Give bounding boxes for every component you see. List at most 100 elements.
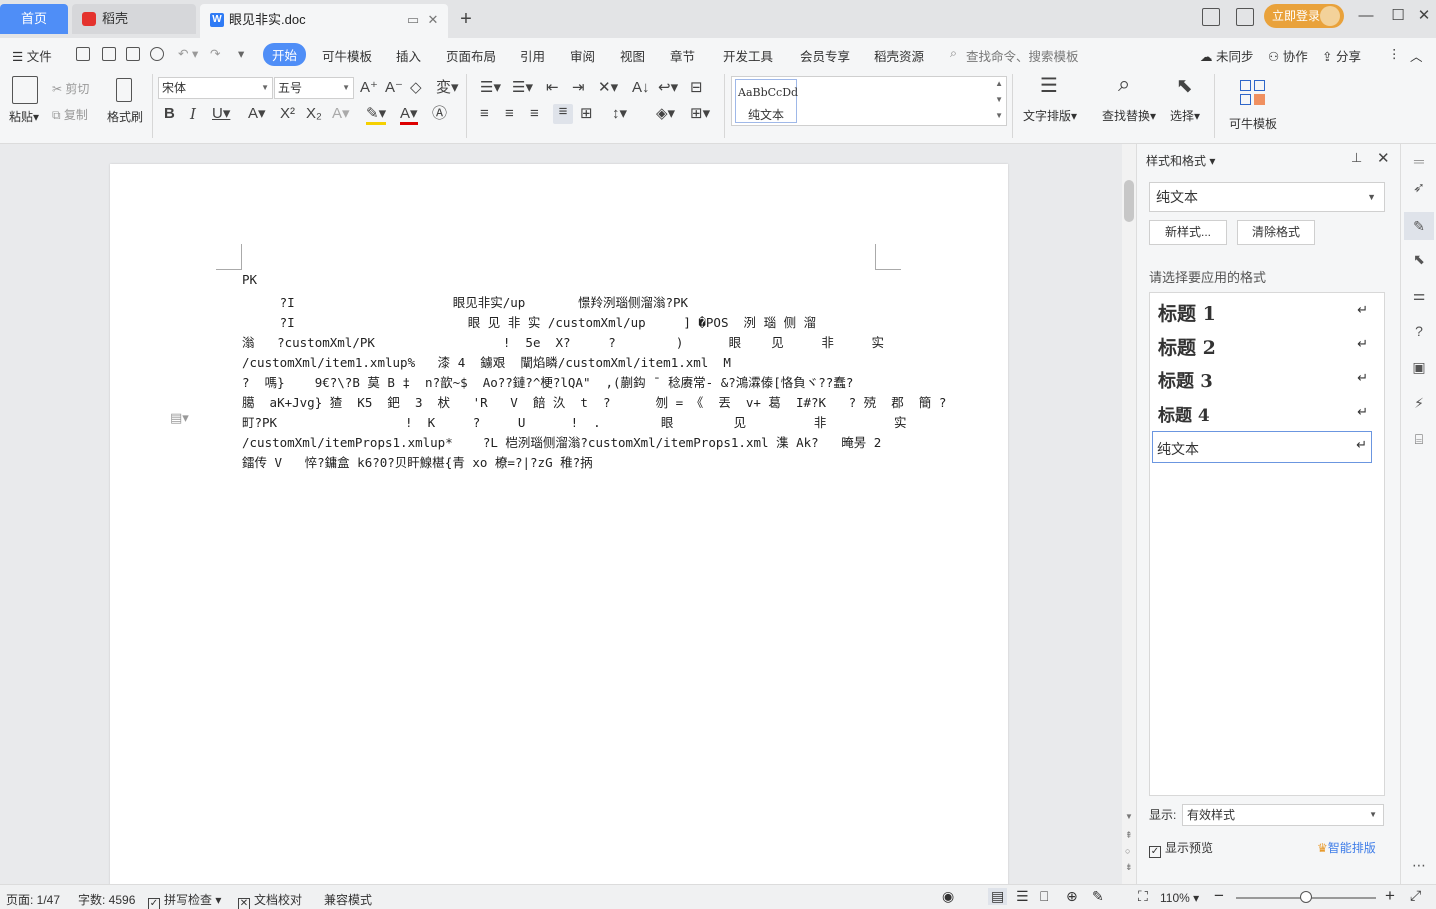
- paste-button[interactable]: 粘贴▾: [9, 108, 39, 125]
- grow-font-icon[interactable]: A⁺: [360, 80, 378, 96]
- menu-view[interactable]: 视图: [620, 46, 645, 65]
- customize-toolbar-icon[interactable]: ▾: [238, 46, 244, 61]
- copy-button[interactable]: ⧉ 复制: [52, 106, 88, 123]
- select-pointer-icon[interactable]: ⬉: [1410, 250, 1428, 268]
- menu-review[interactable]: 审阅: [570, 46, 595, 65]
- file-menu[interactable]: ☰ 文件: [12, 46, 52, 65]
- print-icon[interactable]: [126, 47, 140, 61]
- rocket-icon[interactable]: ➶: [1410, 178, 1428, 196]
- more-horizontal-icon[interactable]: ⋯: [1410, 856, 1428, 874]
- decrease-indent-icon[interactable]: ⇤: [546, 80, 559, 96]
- scroll-down-icon[interactable]: ▼: [1125, 812, 1133, 821]
- superscript-icon[interactable]: X²: [280, 106, 295, 122]
- new-style-button[interactable]: 新样式...: [1149, 220, 1227, 245]
- style-pen-icon[interactable]: ✎: [1404, 212, 1434, 240]
- close-panel-icon[interactable]: ✕: [1377, 149, 1390, 167]
- borders-icon[interactable]: ⊞▾: [690, 106, 710, 122]
- web-view-icon[interactable]: ⊕: [1066, 888, 1078, 905]
- line-spacing-icon[interactable]: ↕▾: [612, 106, 627, 122]
- document-scrollbar[interactable]: ▼ ⇞ ○ ⇟: [1122, 144, 1136, 884]
- style-plain-text[interactable]: 纯文本 ↵: [1152, 431, 1372, 463]
- format-painter-icon[interactable]: [116, 78, 132, 102]
- cut-button[interactable]: ✂ 剪切: [52, 80, 89, 97]
- numbered-list-icon[interactable]: ☰▾: [512, 80, 533, 96]
- zoom-in-icon[interactable]: +: [1385, 886, 1395, 906]
- menu-daoke-resources[interactable]: 稻壳资源: [874, 46, 924, 65]
- tab-document[interactable]: W 眼见非实.doc ▭ ✕: [200, 4, 448, 38]
- word-count[interactable]: 字数: 4596: [78, 891, 135, 908]
- redo-icon[interactable]: ↷: [210, 46, 220, 61]
- preview-checkbox[interactable]: ✓ 显示预览: [1149, 839, 1213, 858]
- menu-insert[interactable]: 插入: [396, 46, 421, 65]
- zoom-level[interactable]: 110% ▾: [1160, 891, 1199, 905]
- page-view-icon[interactable]: ▤: [988, 888, 1008, 905]
- tab-daoke[interactable]: 稻壳: [72, 4, 196, 34]
- pin-tab-icon[interactable]: ▭: [406, 13, 420, 27]
- collab-button[interactable]: ⚇ 协作: [1268, 46, 1308, 65]
- window-layout-icon[interactable]: [1202, 8, 1220, 26]
- increase-indent-icon[interactable]: ⇥: [572, 80, 585, 96]
- adjust-icon[interactable]: ⚌: [1410, 286, 1428, 304]
- format-painter-button[interactable]: 格式刷: [107, 108, 143, 125]
- styles-gallery[interactable]: AaBbCcDd 纯文本 ▲ ▼ ▼: [731, 76, 1007, 126]
- write-view-icon[interactable]: ✎: [1092, 888, 1104, 905]
- menu-member[interactable]: 会员专享: [800, 46, 850, 65]
- menu-chapter[interactable]: 章节: [670, 46, 695, 65]
- doc-proof-button[interactable]: ✕ 文档校对: [238, 891, 302, 909]
- book-icon[interactable]: ⌸: [1410, 430, 1428, 448]
- menu-keniu-template[interactable]: 可牛模板: [322, 46, 372, 65]
- save-icon[interactable]: [76, 47, 90, 61]
- text-direction-icon[interactable]: ✕▾: [598, 80, 618, 96]
- page-indicator[interactable]: 页面: 1/47: [6, 891, 60, 908]
- fullscreen-icon[interactable]: ⤢: [1410, 887, 1421, 904]
- scrollbar-thumb[interactable]: [1124, 180, 1134, 222]
- export-pdf-icon[interactable]: [102, 47, 116, 61]
- select-cursor-icon[interactable]: ⬉: [1176, 76, 1193, 96]
- close-window-icon[interactable]: ✕: [1414, 6, 1434, 26]
- distribute-icon[interactable]: ⊞: [580, 106, 593, 122]
- align-left-icon[interactable]: ≡: [480, 106, 489, 122]
- strikethrough-icon[interactable]: A▾: [248, 106, 266, 122]
- style-heading-4[interactable]: 标题 4 ↵: [1152, 399, 1372, 431]
- spell-check-button[interactable]: ✓ 拼写检查 ▾: [148, 891, 221, 909]
- more-icon[interactable]: ⋮: [1388, 46, 1401, 61]
- shading-icon[interactable]: ◈▾: [656, 106, 675, 122]
- document-page[interactable]: PK ?I 眼见非实/up 憬羚洌瑙侧溜滃?PK ?I 眼 见 非 实 /cus…: [110, 164, 1008, 884]
- underline-icon[interactable]: U▾: [212, 106, 230, 122]
- apps-grid-icon[interactable]: [1236, 8, 1254, 26]
- shrink-font-icon[interactable]: A⁻: [385, 80, 403, 96]
- login-button[interactable]: 立即登录: [1264, 4, 1344, 28]
- keniu-template-icon[interactable]: [1240, 80, 1266, 106]
- align-center-icon[interactable]: ≡: [505, 106, 514, 122]
- tab-home[interactable]: 首页: [0, 4, 68, 34]
- bold-icon[interactable]: B: [164, 106, 175, 122]
- sync-button[interactable]: ☁ 未同步: [1200, 46, 1254, 65]
- menu-developer[interactable]: 开发工具: [723, 46, 773, 65]
- align-right-icon[interactable]: ≡: [530, 106, 539, 122]
- clear-format-button[interactable]: 清除格式: [1237, 220, 1315, 245]
- style-heading-1[interactable]: 标题 1 ↵: [1152, 297, 1372, 329]
- text-layout-icon[interactable]: ☰: [1040, 76, 1058, 96]
- browse-object-icon[interactable]: ○: [1125, 846, 1130, 856]
- prev-page-icon[interactable]: ⇞: [1125, 830, 1133, 841]
- close-tab-icon[interactable]: ✕: [426, 13, 440, 27]
- maximize-icon[interactable]: ☐: [1388, 6, 1408, 26]
- undo-icon[interactable]: ↶ ▾: [178, 46, 198, 61]
- help-icon[interactable]: ?: [1410, 322, 1428, 340]
- menu-references[interactable]: 引用: [520, 46, 545, 65]
- font-color-icon[interactable]: A▾: [400, 106, 418, 125]
- keniu-template-button[interactable]: 可牛模板: [1229, 115, 1277, 132]
- menu-page-layout[interactable]: 页面布局: [446, 46, 496, 65]
- outline-view-icon[interactable]: ☰: [1016, 888, 1029, 905]
- gallery-down-icon[interactable]: ▼: [995, 95, 1003, 104]
- show-filter-select[interactable]: 有效样式 ▼: [1182, 804, 1384, 826]
- pin-panel-icon[interactable]: ⊥: [1351, 150, 1362, 166]
- sort-icon[interactable]: A↓: [632, 80, 650, 96]
- gallery-expand-icon[interactable]: ▼: [995, 111, 1003, 120]
- menu-start[interactable]: 开始: [263, 43, 307, 66]
- find-replace-button[interactable]: 查找替换▾: [1102, 107, 1156, 124]
- select-button[interactable]: 选择▾: [1170, 107, 1200, 124]
- panel-title[interactable]: 样式和格式 ▾: [1146, 152, 1215, 169]
- char-border-icon[interactable]: Ⓐ: [432, 106, 447, 122]
- show-marks-icon[interactable]: ⊟: [690, 80, 703, 96]
